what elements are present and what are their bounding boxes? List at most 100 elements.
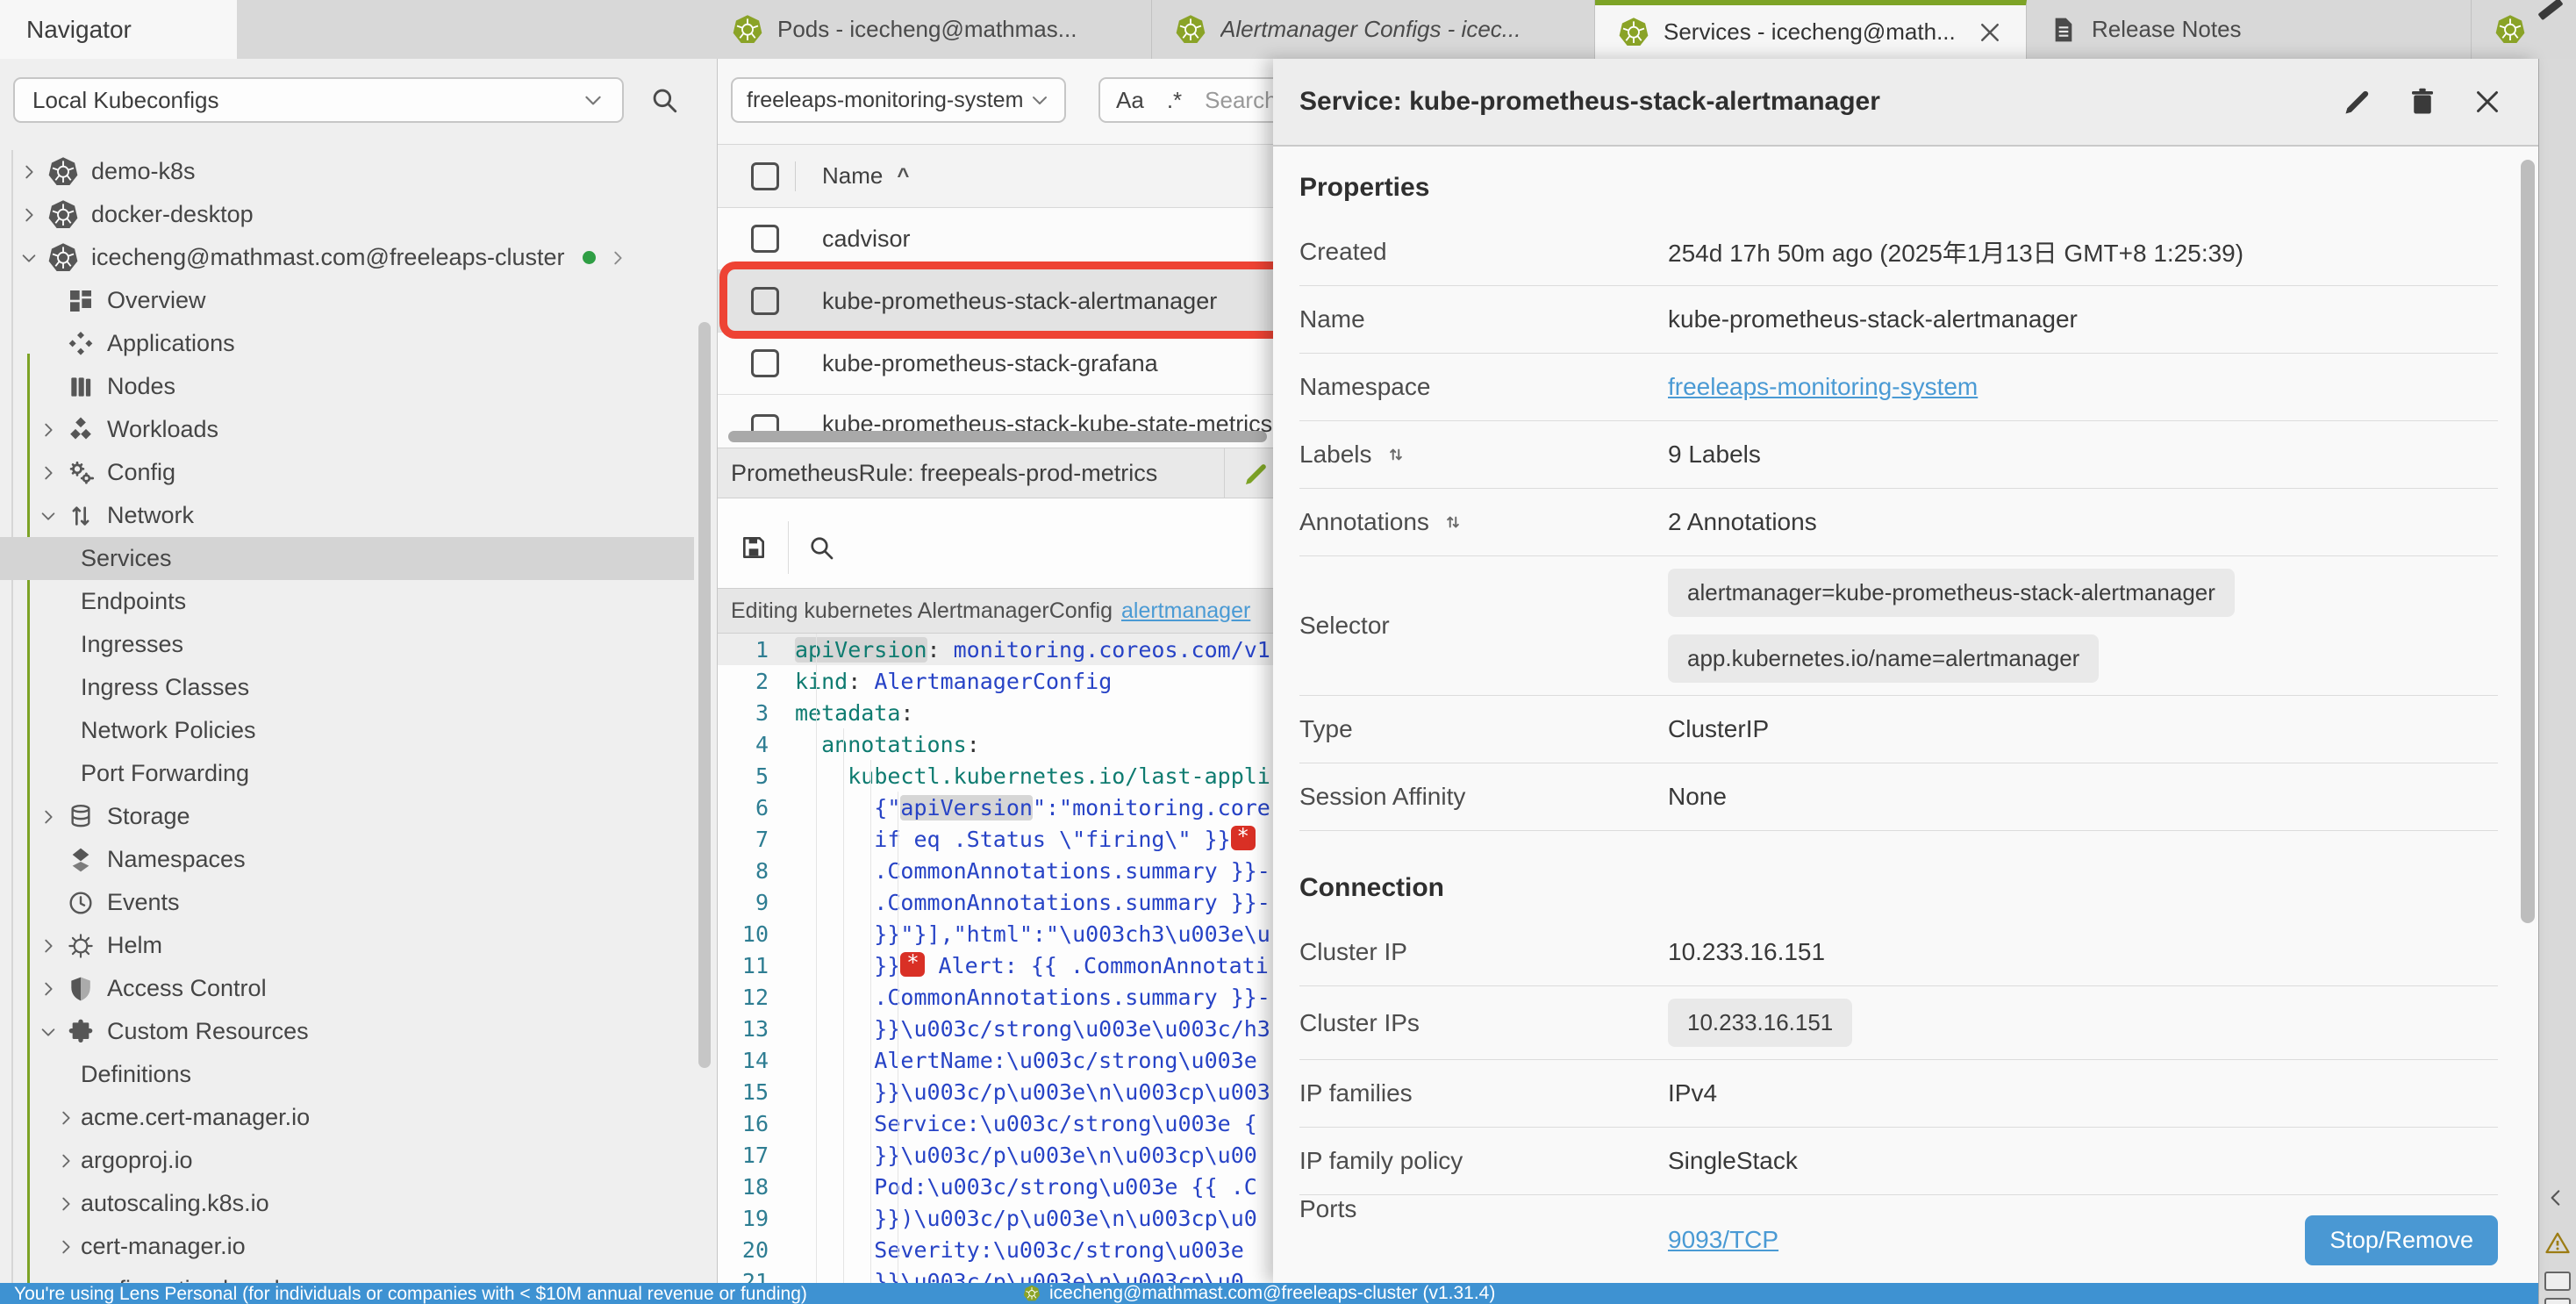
tab-label: Pods - icecheng@mathmas... <box>777 16 1128 43</box>
sidebar-item-argoproj-io[interactable]: argoproj.io <box>0 1139 694 1182</box>
sidebar-item-workloads[interactable]: Workloads <box>0 408 694 451</box>
sidebar-item-storage[interactable]: Storage <box>0 795 694 838</box>
sidebar-item-events[interactable]: Events <box>0 881 694 924</box>
save-icon[interactable] <box>740 534 768 562</box>
code-token: : <box>927 637 954 663</box>
code-token: }}\u003c/p\u003e\n\u003cp\u0 <box>795 1269 1244 1284</box>
sidebar-item-access-control[interactable]: Access Control <box>0 967 694 1010</box>
code-token: AlertmanagerConfig <box>874 669 1112 694</box>
tree-spacer <box>56 634 81 656</box>
tab-pods[interactable]: Pods - icecheng@mathmas... <box>709 0 1152 59</box>
sidebar-item-ingress-classes[interactable]: Ingress Classes <box>0 666 694 709</box>
service-name: cadvisor <box>822 226 911 253</box>
code-token: }}\u003c/p\u003e\n\u003cp\u00 <box>795 1143 1257 1168</box>
sidebar-item-port-forwarding[interactable]: Port Forwarding <box>0 752 694 795</box>
table-row-kube-prometheus-stack-kube-state-metrics[interactable]: kube-prometheus-stack-kube-state-metrics <box>718 395 1273 433</box>
grid-icon <box>67 287 95 315</box>
edit-pencil-icon[interactable] <box>1242 460 1270 488</box>
sidebar-item-docker-desktop[interactable]: docker-desktop <box>0 193 694 236</box>
sidebar-item-label: Access Control <box>107 975 267 1002</box>
line-number: 20 <box>718 1237 795 1263</box>
code-token: Service:\u003c/strong\u003e { <box>795 1111 1257 1136</box>
namespace-select[interactable]: freeleaps-monitoring-system <box>731 77 1066 123</box>
code-text: metadata: <box>795 700 913 726</box>
sidebar-item-nodes[interactable]: Nodes <box>0 365 694 408</box>
table-row-kube-prometheus-stack-grafana[interactable]: kube-prometheus-stack-grafana <box>718 333 1273 395</box>
table-row-kube-prometheus-stack-alertmanager[interactable]: kube-prometheus-stack-alertmanager <box>718 270 1273 333</box>
search-input[interactable]: Aa .* Search <box>1098 77 1273 123</box>
sort-updown-icon[interactable] <box>1385 443 1407 466</box>
sort-updown-icon[interactable] <box>1442 511 1464 534</box>
sidebar-item-configuration-konghq-com[interactable]: configuration.konghq.com <box>0 1268 694 1283</box>
sidebar-scrollbar[interactable] <box>698 322 711 1068</box>
search-icon[interactable] <box>649 85 679 115</box>
code-line: 8 .CommonAnnotations.summary }}- <box>718 855 1273 886</box>
detail-row-selector: Selectoralertmanager=kube-prometheus-sta… <box>1299 556 2498 696</box>
tab-alertmanager-configs[interactable]: Alertmanager Configs - icec... <box>1152 0 1595 59</box>
code-token <box>795 732 821 757</box>
table-row-cadvisor[interactable]: cadvisor <box>718 208 1273 270</box>
tab-release-notes[interactable]: Release Notes <box>2027 0 2472 59</box>
edit-pencil-icon[interactable] <box>2342 86 2373 118</box>
code-line: 10 }}"}],"html":"\u003ch3\u003e\u <box>718 918 1273 949</box>
tab-services-active[interactable]: Services - icecheng@math... <box>1595 0 2027 59</box>
kubeconfig-select[interactable]: Local Kubeconfigs <box>13 77 624 123</box>
editing-resource-link[interactable]: alertmanager <box>1121 598 1250 624</box>
tab-partial-overflow[interactable] <box>2472 0 2549 59</box>
tree-spacer <box>56 591 81 613</box>
port-link[interactable]: 9093/TCP <box>1668 1226 1778 1254</box>
sidebar-item-ingresses[interactable]: Ingresses <box>0 623 694 666</box>
sidebar-item-services[interactable]: Services <box>0 537 694 580</box>
row-checkbox[interactable] <box>751 349 779 377</box>
detail-value: 254d 17h 50m ago (2025年1月13日 GMT+8 1:25:… <box>1668 222 2498 282</box>
sidebar-item-config[interactable]: Config <box>0 451 694 494</box>
sidebar-item-namespaces[interactable]: Namespaces <box>0 838 694 881</box>
code-token: }}\u003c/strong\u003e\u003c/h3 <box>795 1016 1270 1042</box>
close-icon[interactable] <box>2472 86 2503 118</box>
sidebar-item-network[interactable]: Network <box>0 494 694 537</box>
row-checkbox[interactable] <box>751 225 779 253</box>
namespace-link[interactable]: freeleaps-monitoring-system <box>1668 373 1978 401</box>
code-text: .CommonAnnotations.summary }}- <box>795 890 1270 915</box>
detail-value-text: 254d 17h 50m ago (2025年1月13日 GMT+8 1:25:… <box>1668 234 2243 269</box>
drawer-scrollbar[interactable] <box>2521 160 2535 923</box>
sidebar-item-cert-manager-io[interactable]: cert-manager.io <box>0 1225 694 1268</box>
sort-asc-icon[interactable]: ^ <box>897 164 909 189</box>
port-action-button[interactable]: Stop/Remove <box>2305 1215 2498 1265</box>
code-text: AlertName:\u003c/strong\u003e <box>795 1048 1270 1073</box>
yaml-editor[interactable]: 1apiVersion: monitoring.coreos.com/v12ki… <box>718 634 1273 1283</box>
editor-search-icon[interactable] <box>807 534 835 562</box>
sidebar-item-helm[interactable]: Helm <box>0 924 694 967</box>
sidebar-item-custom-resources[interactable]: Custom Resources <box>0 1010 694 1053</box>
row-checkbox[interactable] <box>751 287 779 315</box>
toolbar-divider <box>1224 448 1225 498</box>
sidebar-item-label: Endpoints <box>81 588 186 615</box>
tree-spacer <box>39 290 67 312</box>
sidebar-item-acme-cert-manager-io[interactable]: acme.cert-manager.io <box>0 1096 694 1139</box>
sidebar-item-icecheng-mathmast-com-freeleaps-cluster[interactable]: icecheng@mathmast.com@freeleaps-cluster <box>0 236 694 279</box>
drawer-header: Service: kube-prometheus-stack-alertmana… <box>1273 59 2538 147</box>
sidebar-item-network-policies[interactable]: Network Policies <box>0 709 694 752</box>
horizontal-scrollbar[interactable] <box>728 431 1267 442</box>
chevron-right-icon <box>39 978 67 999</box>
tab-label: Alertmanager Configs - icec... <box>1220 16 1571 43</box>
sidebar-item-label: Network Policies <box>81 717 256 744</box>
close-tab-icon[interactable] <box>1977 19 2003 46</box>
column-header-name[interactable]: Name <box>822 162 883 190</box>
sidebar-item-definitions[interactable]: Definitions <box>0 1053 694 1096</box>
code-line: 7 if eq .Status \"firing\" }} <box>718 823 1273 855</box>
code-text: Pod:\u003c/strong\u003e {{ .C <box>795 1174 1257 1200</box>
match-case-icon[interactable]: Aa <box>1116 87 1144 114</box>
select-all-checkbox[interactable] <box>751 162 779 190</box>
sidebar-item-applications[interactable]: Applications <box>0 322 694 365</box>
sidebar-item-overview[interactable]: Overview <box>0 279 694 322</box>
regex-icon[interactable]: .* <box>1167 87 1182 114</box>
sidebar-item-autoscaling-k8s-io[interactable]: autoscaling.k8s.io <box>0 1182 694 1225</box>
tree-spacer <box>56 720 81 742</box>
sidebar-item-endpoints[interactable]: Endpoints <box>0 580 694 623</box>
kubernetes-icon <box>1175 14 1206 46</box>
delete-trash-icon[interactable] <box>2407 86 2438 118</box>
detail-value: None <box>1668 770 2498 823</box>
active-cluster-status: icecheng@mathmast.com@freeleaps-cluster … <box>1023 1283 1495 1304</box>
sidebar-item-demo-k8s[interactable]: demo-k8s <box>0 150 694 193</box>
